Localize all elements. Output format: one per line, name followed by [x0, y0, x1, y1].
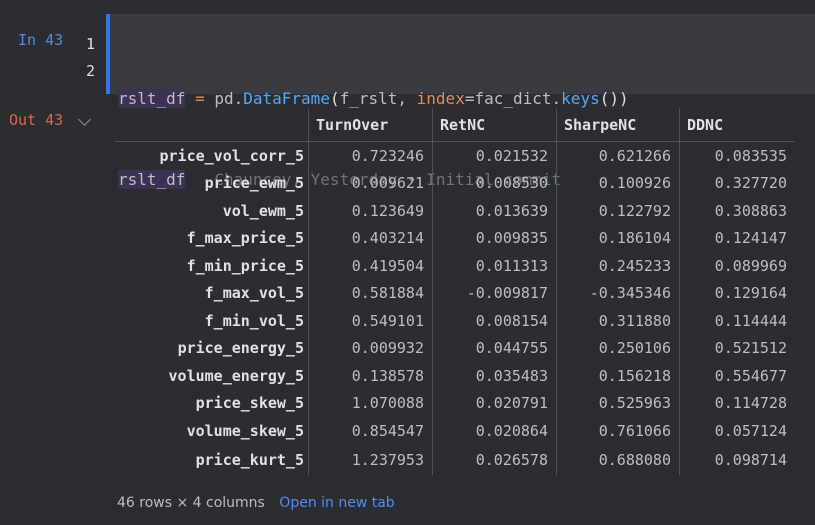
table-cell: 0.549101 — [308, 307, 433, 335]
table-cell: 0.186104 — [556, 224, 680, 252]
table-cell: 0.250106 — [556, 334, 680, 362]
table-row: price_energy_5 0.009932 0.044755 0.250106 0.… — [115, 334, 795, 362]
table-cell: 0.114728 — [679, 389, 795, 417]
close-paren-token: ()) — [599, 89, 629, 108]
table-cell: 0.083535 — [679, 141, 795, 170]
line-number-1: 1 — [85, 35, 95, 53]
operator-token: = — [185, 89, 215, 108]
table-row: price_ewm_5 0.009621 0.008530 0.100926 0.327… — [115, 169, 795, 197]
column-header-sharpenc[interactable]: SharpeNC — [556, 108, 680, 142]
table-row: price_skew_5 1.070088 0.020791 0.525963 0.11… — [115, 389, 795, 417]
table-cell: 0.021532 — [432, 141, 557, 170]
variable-token: rslt_df — [118, 89, 186, 108]
table-row: f_min_vol_5 0.549101 0.008154 0.311880 0.114… — [115, 307, 795, 335]
table-cell: 0.009621 — [308, 169, 433, 197]
table-cell: 0.026578 — [432, 444, 557, 475]
table-cell: 0.035483 — [432, 362, 557, 390]
arg-token: f_rslt, — [339, 89, 417, 108]
table-cell: 0.098714 — [679, 444, 795, 475]
row-index-label: vol_ewm_5 — [222, 201, 304, 220]
table-cell: -0.345346 — [556, 279, 680, 307]
table-cell: 0.009932 — [308, 334, 433, 362]
row-index-label: volume_skew_5 — [186, 421, 304, 440]
table-cell: 0.129164 — [679, 279, 795, 307]
row-index-label: f_min_price_5 — [186, 256, 304, 275]
table-cell: 0.008154 — [432, 307, 557, 335]
table-footer: 46 rows × 4 columns Open in new tab — [117, 495, 395, 511]
table-cell: 0.403214 — [308, 224, 433, 252]
open-in-new-tab-link[interactable]: Open in new tab — [279, 495, 394, 511]
dataframe-table: TurnOver RetNC SharpeNC DDNC price_vol_c… — [115, 108, 795, 475]
table-cell: 0.020864 — [432, 417, 557, 445]
line-number-2: 2 — [85, 62, 95, 80]
column-header-retnc[interactable]: RetNC — [432, 108, 557, 142]
table-cell: 0.419504 — [308, 252, 433, 280]
table-row: f_max_price_5 0.403214 0.009835 0.186104 0.1… — [115, 224, 795, 252]
table-cell: 0.327720 — [679, 169, 795, 197]
table-cell: 0.057124 — [679, 417, 795, 445]
table-cell: 0.521512 — [679, 334, 795, 362]
table-cell: 0.089969 — [679, 252, 795, 280]
table-row: price_kurt_5 1.237953 0.026578 0.688080 0.09… — [115, 444, 795, 475]
table-cell: 0.311880 — [556, 307, 680, 335]
table-row: f_min_price_5 0.419504 0.011313 0.245233 0.0… — [115, 252, 795, 280]
table-cell: 0.245233 — [556, 252, 680, 280]
collapse-chevron-icon[interactable] — [78, 113, 91, 126]
row-index-label: price_vol_corr_5 — [159, 146, 305, 165]
table-row: vol_ewm_5 0.123649 0.013639 0.122792 0.30886… — [115, 197, 795, 225]
table-cell: 0.761066 — [556, 417, 680, 445]
line-numbers: 1 2 — [83, 31, 95, 85]
table-cell: 1.237953 — [308, 444, 433, 475]
row-column-summary: 46 rows × 4 columns — [117, 495, 265, 511]
table-row: volume_energy_5 0.138578 0.035483 0.156218 0… — [115, 362, 795, 390]
table-cell: 0.308863 — [679, 197, 795, 225]
table-cell: 0.013639 — [432, 197, 557, 225]
code-cell-editor[interactable]: rslt_df = pd.DataFrame(f_rslt, index=fac… — [110, 14, 815, 189]
table-cell: 0.122792 — [556, 197, 680, 225]
table-row: f_max_vol_5 0.581884 -0.009817 -0.345346 0.1… — [115, 279, 795, 307]
row-index-label: f_max_vol_5 — [204, 284, 304, 303]
column-header-ddnc[interactable]: DDNC — [679, 108, 795, 142]
table-cell: 0.554677 — [679, 362, 795, 390]
table-cell: 0.581884 — [308, 279, 433, 307]
table-cell: 0.688080 — [556, 444, 680, 475]
table-cell: 0.124147 — [679, 224, 795, 252]
index-header — [115, 108, 309, 142]
table-cell: 0.723246 — [308, 141, 433, 170]
table-cell: 0.008530 — [432, 169, 557, 197]
row-index-label: volume_energy_5 — [168, 366, 304, 385]
in-prompt: In 43 — [18, 31, 64, 49]
out-prompt: Out 43 — [9, 111, 64, 129]
row-index-label: price_skew_5 — [195, 394, 304, 413]
table-cell: 1.070088 — [308, 389, 433, 417]
table-cell: 0.138578 — [308, 362, 433, 390]
method-token: keys — [561, 89, 600, 108]
table-cell: 0.011313 — [432, 252, 557, 280]
table-cell: 0.009835 — [432, 224, 557, 252]
row-index-label: price_energy_5 — [177, 339, 304, 358]
table-cell: 0.621266 — [556, 141, 680, 170]
table-cell: 0.525963 — [556, 389, 680, 417]
paren-token: ( — [329, 89, 340, 108]
table-row: volume_skew_5 0.854547 0.020864 0.761066 0.0… — [115, 417, 795, 445]
module-token: pd. — [214, 89, 244, 108]
table-cell: 0.114444 — [679, 307, 795, 335]
table-cell: 0.123649 — [308, 197, 433, 225]
row-index-label: price_ewm_5 — [204, 174, 304, 193]
table-cell: 0.854547 — [308, 417, 433, 445]
arg-token-2: fac_dict. — [474, 89, 562, 108]
table-row: price_vol_corr_5 0.723246 0.021532 0.621266… — [115, 141, 795, 170]
column-header-turnover[interactable]: TurnOver — [308, 108, 433, 142]
function-token: DataFrame — [243, 89, 330, 108]
row-index-label: f_min_vol_5 — [204, 311, 304, 330]
table-cell: 0.100926 — [556, 169, 680, 197]
row-index-label: f_max_price_5 — [186, 229, 304, 248]
table-cell: 0.156218 — [556, 362, 680, 390]
kwarg-token: index — [416, 89, 465, 108]
row-index-label: price_kurt_5 — [195, 450, 304, 469]
table-header-row: TurnOver RetNC SharpeNC DDNC — [115, 108, 795, 142]
table-cell: 0.020791 — [432, 389, 557, 417]
table-cell: 0.044755 — [432, 334, 557, 362]
table-cell: -0.009817 — [432, 279, 557, 307]
